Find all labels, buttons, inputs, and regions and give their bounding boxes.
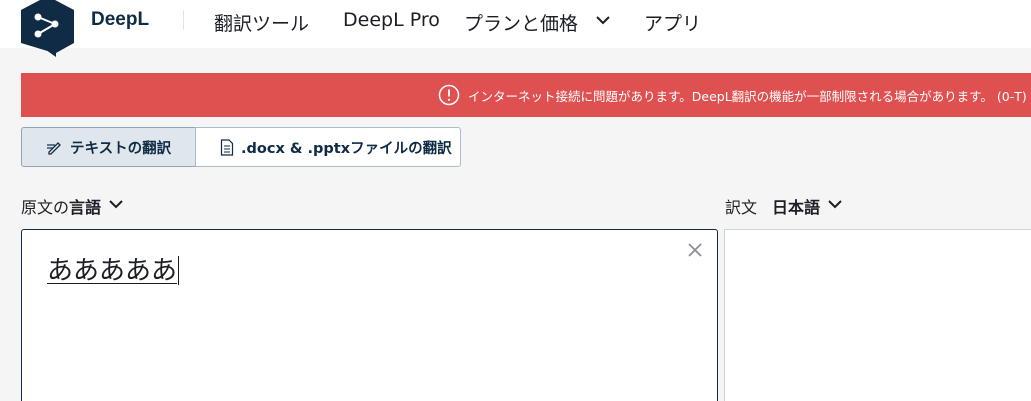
target-text-panel[interactable] bbox=[724, 229, 1031, 401]
connection-error-banner: インターネット接続に問題があります。DeepL翻訳の機能が一部制限される場合があ… bbox=[21, 73, 1031, 117]
text-caret bbox=[178, 256, 180, 285]
nav-plans-pricing[interactable]: プランと価格 bbox=[464, 9, 578, 36]
target-label: 訳文 bbox=[725, 198, 758, 217]
document-icon bbox=[220, 139, 234, 156]
top-header: DeepL 翻訳ツール DeepL Pro プランと価格 アプリ bbox=[0, 0, 1031, 57]
source-language: 言語 bbox=[69, 198, 102, 217]
brand-name[interactable]: DeepL bbox=[91, 9, 149, 31]
pen-icon bbox=[47, 142, 61, 155]
source-language-selector[interactable]: 原文の言語 bbox=[21, 194, 101, 218]
target-language-selector[interactable]: 日本語 bbox=[772, 194, 820, 218]
deepl-logo-icon[interactable] bbox=[21, 0, 74, 57]
source-text-input[interactable]: あああああ bbox=[47, 250, 180, 287]
chevron-down-icon[interactable] bbox=[827, 198, 843, 210]
tab-document-translation[interactable]: .docx & .pptxファイルの翻訳 bbox=[195, 127, 461, 167]
source-text-panel: あああああ bbox=[21, 229, 718, 401]
source-label-prefix: 原文の bbox=[21, 198, 70, 217]
close-icon[interactable] bbox=[687, 242, 703, 258]
banner-message: インターネット接続に問題があります。DeepL翻訳の機能が一部制限される場合があ… bbox=[468, 89, 1027, 104]
nav-deepl-pro[interactable]: DeepL Pro bbox=[343, 9, 440, 31]
nav-apps[interactable]: アプリ bbox=[644, 9, 701, 36]
tab-document-label: .docx & .pptxファイルの翻訳 bbox=[241, 140, 452, 157]
nav-translator[interactable]: 翻訳ツール bbox=[214, 9, 309, 36]
header-divider bbox=[183, 10, 184, 30]
chevron-down-icon[interactable] bbox=[595, 14, 611, 26]
tab-text-translation[interactable]: テキストの翻訳 bbox=[21, 127, 196, 167]
chevron-down-icon[interactable] bbox=[108, 198, 124, 210]
alert-circle-icon bbox=[438, 84, 460, 106]
source-text-value: あああああ bbox=[47, 256, 178, 286]
tab-text-label: テキストの翻訳 bbox=[70, 140, 172, 157]
